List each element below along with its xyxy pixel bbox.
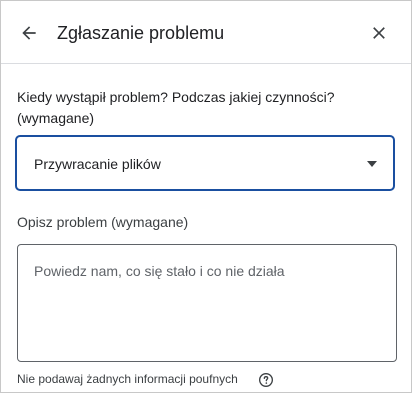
privacy-hint: Nie podawaj żadnych informacji poufnych <box>17 372 238 386</box>
feedback-dialog: Zgłaszanie problemu Kiedy wystąpił probl… <box>0 0 412 393</box>
dialog-title: Zgłaszanie problemu <box>57 23 225 43</box>
activity-select-value: Przywracanie plików <box>34 156 161 172</box>
question-label: Kiedy wystąpił problem? Podczas jakiej c… <box>17 89 335 126</box>
back-button[interactable] <box>15 19 43 47</box>
activity-select[interactable]: Przywracanie plików <box>15 135 395 191</box>
close-icon <box>373 27 385 39</box>
description-textarea[interactable] <box>17 244 397 362</box>
caret-down-icon <box>367 161 377 167</box>
arrow-left-icon <box>22 26 36 40</box>
close-button[interactable] <box>365 19 393 47</box>
dialog-header: Zgłaszanie problemu <box>1 1 411 64</box>
help-icon[interactable] <box>258 372 274 388</box>
description-label: Opisz problem (wymagane) <box>17 214 189 230</box>
